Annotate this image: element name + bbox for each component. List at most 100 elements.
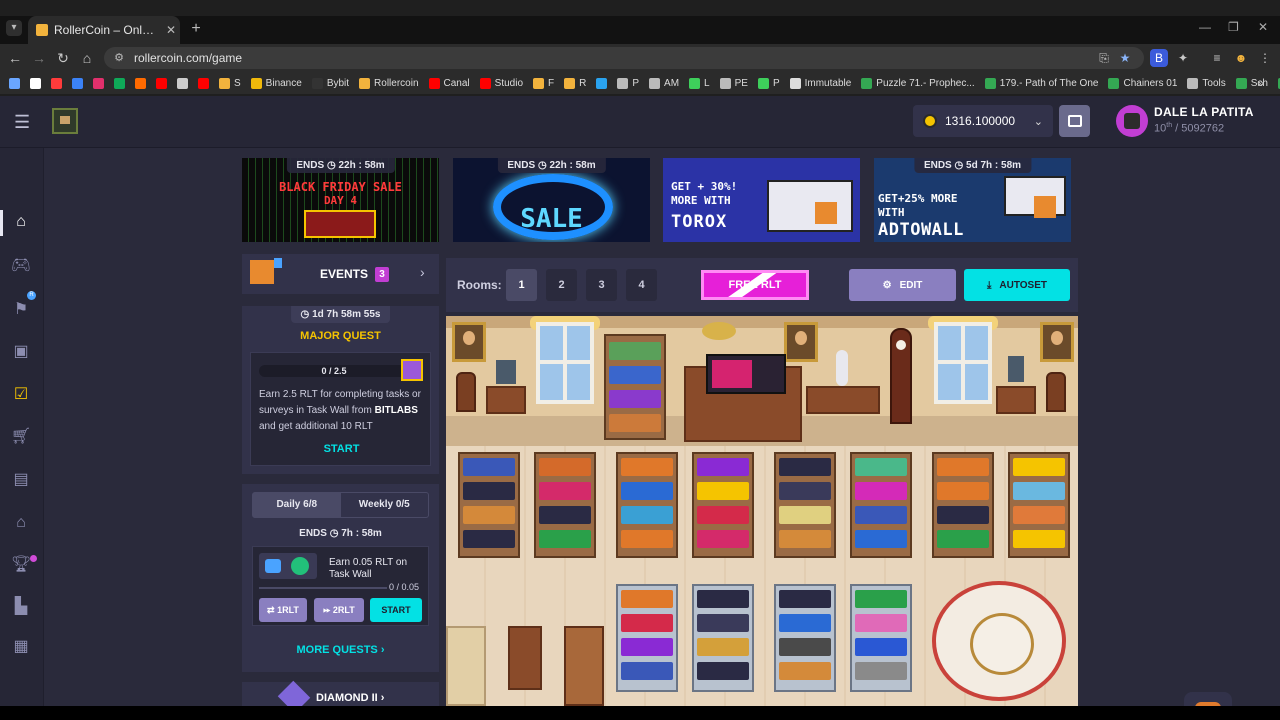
room-2-button[interactable]: 2 bbox=[546, 269, 577, 301]
wallet-button[interactable] bbox=[1059, 105, 1090, 137]
bookmark-item[interactable] bbox=[153, 74, 170, 92]
skip-2rlt-button[interactable]: ⏩︎ 2RLT bbox=[314, 598, 364, 622]
avatar[interactable] bbox=[1116, 105, 1148, 137]
bookmark-item[interactable] bbox=[195, 74, 212, 92]
browser-tab-active[interactable]: RollerCoin – Online Bitcoin Min ✕ bbox=[28, 16, 180, 44]
marketplace-nav-icon[interactable]: 🛒︎ bbox=[8, 425, 34, 449]
banner-sale[interactable]: SALE ENDS ◷ 22h : 58m bbox=[453, 158, 650, 242]
inventory-nav-icon[interactable]: ▣ bbox=[8, 340, 34, 364]
miner-rack[interactable] bbox=[692, 452, 754, 558]
miner-rack-metal[interactable] bbox=[692, 584, 754, 692]
close-icon[interactable]: ✕ bbox=[162, 23, 180, 37]
swap-1rlt-button[interactable]: ⇄ 1RLT bbox=[259, 598, 307, 622]
banner-adtowall[interactable]: GET+25% MORE WITH ADTOWALL ENDS ◷ 5d 7h … bbox=[874, 158, 1071, 242]
tab-search-button[interactable]: ▾ bbox=[6, 20, 22, 36]
tasks-nav-icon[interactable]: ☑ bbox=[8, 383, 34, 407]
back-icon[interactable]: ← bbox=[6, 49, 24, 67]
new-tab-button[interactable]: + bbox=[186, 20, 206, 38]
extension-b-icon[interactable]: B bbox=[1150, 49, 1168, 67]
bookmark-item[interactable] bbox=[48, 74, 65, 92]
bookmark-item[interactable]: PE bbox=[717, 74, 751, 92]
miner-rack[interactable] bbox=[616, 452, 678, 558]
bookmark-item[interactable]: Chainers 01 bbox=[1105, 74, 1180, 92]
balance-selector[interactable]: 1316.100000 ⌄ bbox=[913, 105, 1053, 137]
bookmark-item[interactable]: P bbox=[755, 74, 783, 92]
close-window-icon[interactable]: ✕ bbox=[1258, 20, 1268, 34]
bookmark-item[interactable]: R bbox=[561, 74, 589, 92]
bookmark-item[interactable]: F bbox=[530, 74, 557, 92]
free-rlt-button[interactable]: FREE RLT bbox=[701, 270, 809, 300]
reload-icon[interactable]: ↻ bbox=[54, 49, 72, 67]
league-card[interactable]: DIAMOND II › bbox=[242, 680, 439, 706]
bookmark-item[interactable] bbox=[174, 74, 191, 92]
store-nav-icon[interactable]: ▤ bbox=[8, 468, 34, 492]
tab-weekly[interactable]: Weekly 0/5 bbox=[341, 493, 429, 517]
edit-button[interactable]: ⚙ EDIT bbox=[849, 269, 956, 301]
bookmark-item[interactable] bbox=[132, 74, 149, 92]
bookmark-item[interactable]: Bybit bbox=[309, 74, 352, 92]
miner-rack[interactable] bbox=[932, 452, 994, 558]
bookmark-item[interactable]: P bbox=[614, 74, 642, 92]
news-nav-icon[interactable]: ▦ bbox=[8, 635, 34, 659]
quest-start-button[interactable]: START bbox=[251, 443, 432, 455]
bookmark-item[interactable]: Puzzle 71.- Prophec... bbox=[858, 74, 977, 92]
bookmark-item[interactable] bbox=[90, 74, 107, 92]
banner-black-friday[interactable]: BLACK FRIDAY SALE DAY 4 ENDS ◷ 22h : 58m bbox=[242, 158, 439, 242]
support-cat-button[interactable] bbox=[1184, 692, 1232, 706]
banner-torox[interactable]: GET + 30%! MORE WITH TOROX bbox=[663, 158, 860, 242]
address-bar[interactable]: ⚙ rollercoin.com/game bbox=[104, 47, 1144, 69]
bookmark-item[interactable]: S bbox=[216, 74, 244, 92]
miner-rack[interactable] bbox=[534, 452, 596, 558]
bookmark-item[interactable] bbox=[27, 74, 44, 92]
miner-logo[interactable] bbox=[52, 108, 78, 134]
bookmark-star-icon[interactable]: ★ bbox=[1116, 49, 1134, 67]
bookmark-item[interactable]: Binance bbox=[248, 74, 305, 92]
bookmark-item[interactable]: Sch bbox=[1233, 74, 1271, 92]
leaderboard-nav-icon[interactable]: ▙ bbox=[8, 595, 34, 619]
miner-rack[interactable] bbox=[774, 452, 836, 558]
rewards-nav-icon[interactable]: ⚑ bbox=[8, 298, 34, 322]
tab-list-icon[interactable]: ≡ bbox=[1208, 49, 1226, 67]
extensions-icon[interactable]: ✦ bbox=[1174, 49, 1192, 67]
forward-icon[interactable]: → bbox=[30, 49, 48, 67]
room-1-button[interactable]: 1 bbox=[506, 269, 537, 301]
menu-icon[interactable]: ☰ bbox=[14, 112, 30, 133]
miner-rack[interactable] bbox=[850, 452, 912, 558]
miner-rack[interactable] bbox=[1008, 452, 1070, 558]
bookmark-item[interactable] bbox=[111, 74, 128, 92]
bookmark-item[interactable]: AM bbox=[646, 74, 682, 92]
bookmark-item[interactable] bbox=[593, 74, 610, 92]
bookmark-item[interactable] bbox=[69, 74, 86, 92]
city-nav-icon[interactable]: ⌂ bbox=[8, 511, 34, 535]
miner-rack[interactable] bbox=[458, 452, 520, 558]
events-card[interactable]: EVENTS 3 › bbox=[242, 254, 439, 294]
room-4-button[interactable]: 4 bbox=[626, 269, 657, 301]
more-bookmarks-icon[interactable]: » bbox=[1257, 76, 1264, 90]
bookmark-item[interactable]: 179.- Path of The One bbox=[982, 74, 1102, 92]
home-nav-icon[interactable]: ⌂ bbox=[8, 210, 34, 234]
tab-daily[interactable]: Daily 6/8 bbox=[253, 493, 341, 517]
bookmark-item[interactable]: Immutable bbox=[787, 74, 855, 92]
browser-menu-icon[interactable]: ⋮ bbox=[1256, 49, 1274, 67]
task-start-button[interactable]: START bbox=[370, 598, 422, 622]
more-quests-link[interactable]: MORE QUESTS › bbox=[242, 644, 439, 656]
autoset-button[interactable]: ⤓ AUTOSET bbox=[964, 269, 1070, 301]
profile-icon[interactable]: ☻ bbox=[1232, 49, 1250, 67]
bookmark-item[interactable]: Canal bbox=[426, 74, 473, 92]
install-app-icon[interactable]: ⎘ bbox=[1095, 49, 1113, 67]
home-icon[interactable]: ⌂ bbox=[78, 49, 96, 67]
mining-room[interactable] bbox=[446, 316, 1078, 706]
bookmark-item[interactable]: Studio bbox=[477, 74, 526, 92]
bookmark-item[interactable]: L bbox=[686, 74, 713, 92]
player-computer[interactable] bbox=[706, 354, 786, 394]
bookmark-item[interactable]: Tools bbox=[1184, 74, 1228, 92]
miner-rack-metal[interactable] bbox=[616, 584, 678, 692]
bookmark-item[interactable]: Rollercoin bbox=[356, 74, 421, 92]
bookmark-item[interactable]: CSch bbox=[1275, 74, 1280, 92]
minimize-icon[interactable]: — bbox=[1199, 20, 1211, 34]
miner-rack-metal[interactable] bbox=[850, 584, 912, 692]
bookmark-item[interactable] bbox=[6, 74, 23, 92]
username[interactable]: DALE LA PATITA bbox=[1154, 105, 1254, 119]
room-3-button[interactable]: 3 bbox=[586, 269, 617, 301]
games-nav-icon[interactable]: 🎮︎ bbox=[8, 254, 34, 278]
